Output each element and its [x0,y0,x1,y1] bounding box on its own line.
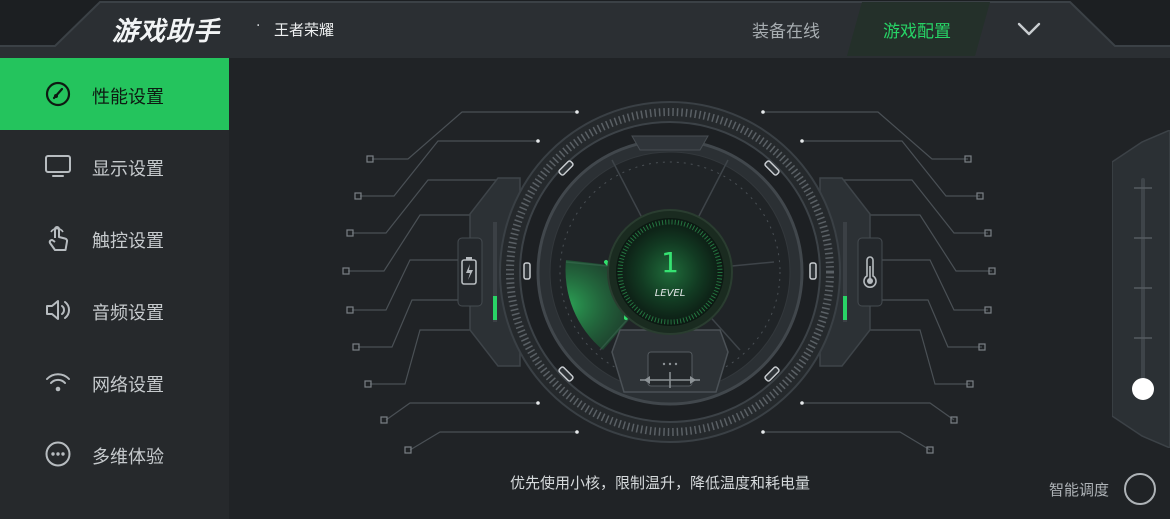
top-bar: 游戏助手 · 王者荣耀 装备在线 游戏配置 [0,0,1170,58]
sidebar-item-label: 触控设置 [92,231,164,252]
sidebar: 性能设置 显示设置 触控设置 音频设置 网络设置 多维体验 [0,58,229,519]
sidebar-item-network[interactable]: 网络设置 [0,346,229,418]
chevron-down-icon[interactable] [1016,16,1042,42]
sidebar-item-label: 网络设置 [92,375,164,396]
more-icon [45,441,71,467]
circuit-nodes-left [342,155,412,454]
sidebar-item-performance[interactable]: 性能设置 [0,58,229,130]
sidebar-item-audio[interactable]: 音频设置 [0,274,229,346]
sidebar-item-touch[interactable]: 触控设置 [0,202,229,274]
game-name: 王者荣耀 [274,21,335,39]
performance-description: 优先使用小核，限制温升，降低温度和耗电量 [510,474,811,492]
sidebar-item-label: 显示设置 [92,159,164,180]
slider-thumb [1132,378,1154,400]
wifi-icon [46,373,70,392]
sidebar-item-label: 音频设置 [92,303,164,324]
performance-slider[interactable] [1111,129,1170,449]
sidebar-item-label: 性能设置 [92,87,164,108]
level-label: LEVEL [655,288,686,299]
performance-gauge: 1 LEVEL [342,101,996,454]
sidebar-item-display[interactable]: 显示设置 [0,130,229,202]
title-separator: · [256,18,261,34]
speaker-icon [46,300,70,320]
sidebar-item-label: 多维体验 [92,447,164,468]
level-value: 1 [661,246,679,279]
tab-equipment-online[interactable]: 装备在线 [752,17,820,42]
touch-icon [48,226,69,251]
tab-game-config[interactable]: 游戏配置 [883,17,951,42]
slider-track [1141,178,1145,388]
smart-scheduling-toggle[interactable] [1124,473,1156,505]
smart-scheduling-label: 智能调度 [1049,481,1110,499]
gauge-icon [45,81,71,107]
monitor-icon [45,155,71,177]
app-title: 游戏助手 [112,17,221,47]
sidebar-item-multi-experience[interactable]: 多维体验 [0,418,229,490]
